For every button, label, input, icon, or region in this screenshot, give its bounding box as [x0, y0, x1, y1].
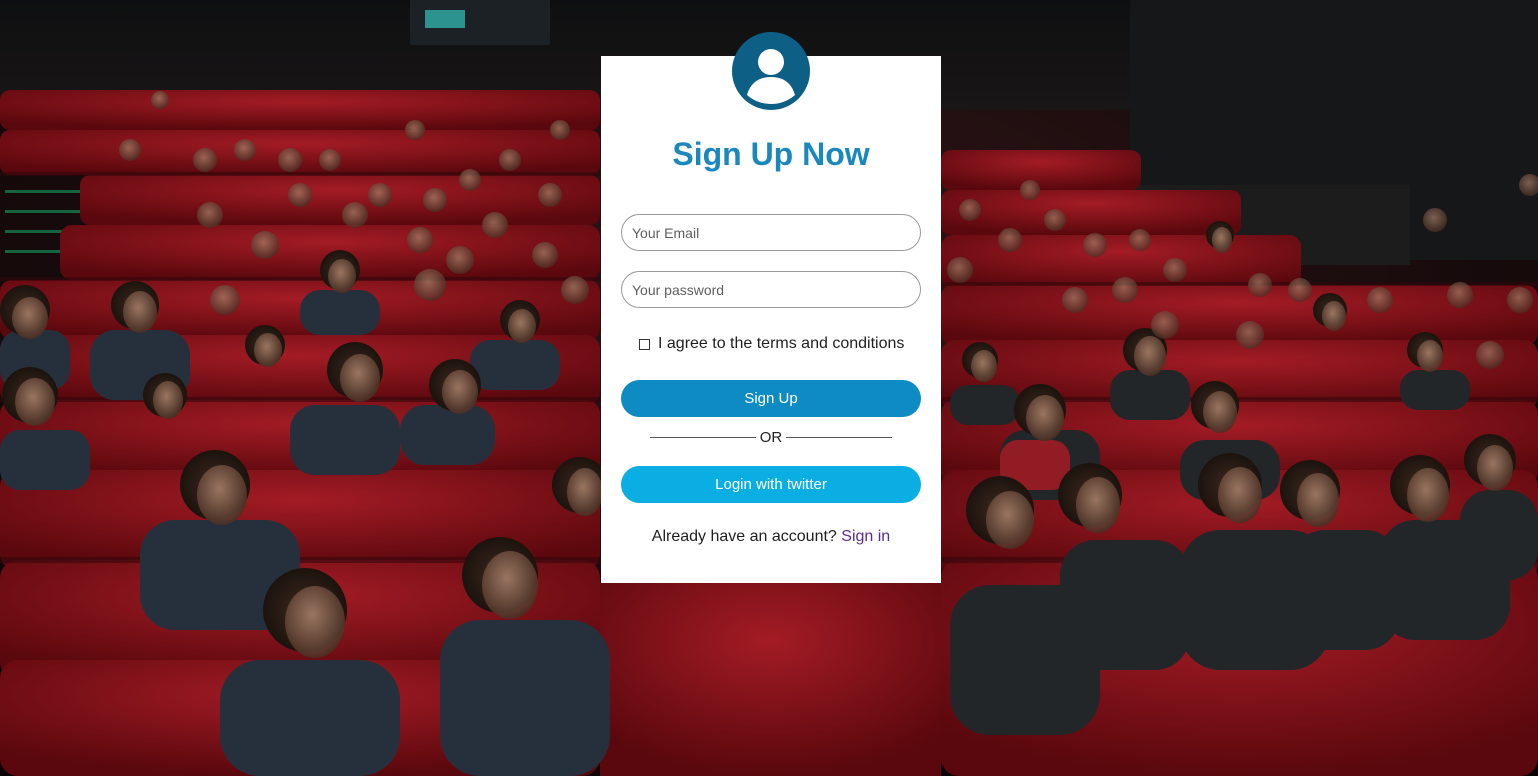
terms-checkbox[interactable] [639, 338, 650, 350]
login-with-twitter-button[interactable]: Login with twitter [621, 466, 921, 503]
or-label: OR [759, 428, 783, 446]
divider-line-left [650, 436, 756, 438]
sign-in-link[interactable]: Sign in [841, 528, 890, 545]
signup-card: Sign Up Now I agree to the terms and con… [601, 32, 941, 583]
sign-up-button[interactable]: Sign Up [621, 380, 921, 417]
already-have-account-text: Already have an account? [651, 528, 837, 545]
user-avatar-icon [732, 32, 810, 110]
terms-row: I agree to the terms and conditions [639, 335, 904, 353]
password-field[interactable] [621, 271, 921, 308]
terms-label: I agree to the terms and conditions [658, 335, 905, 352]
page-title: Sign Up Now [672, 136, 870, 172]
email-field[interactable] [621, 214, 921, 251]
already-have-account: Already have an account? Sign in [601, 528, 941, 546]
divider-line-right [786, 436, 892, 438]
or-divider: OR [650, 428, 892, 446]
